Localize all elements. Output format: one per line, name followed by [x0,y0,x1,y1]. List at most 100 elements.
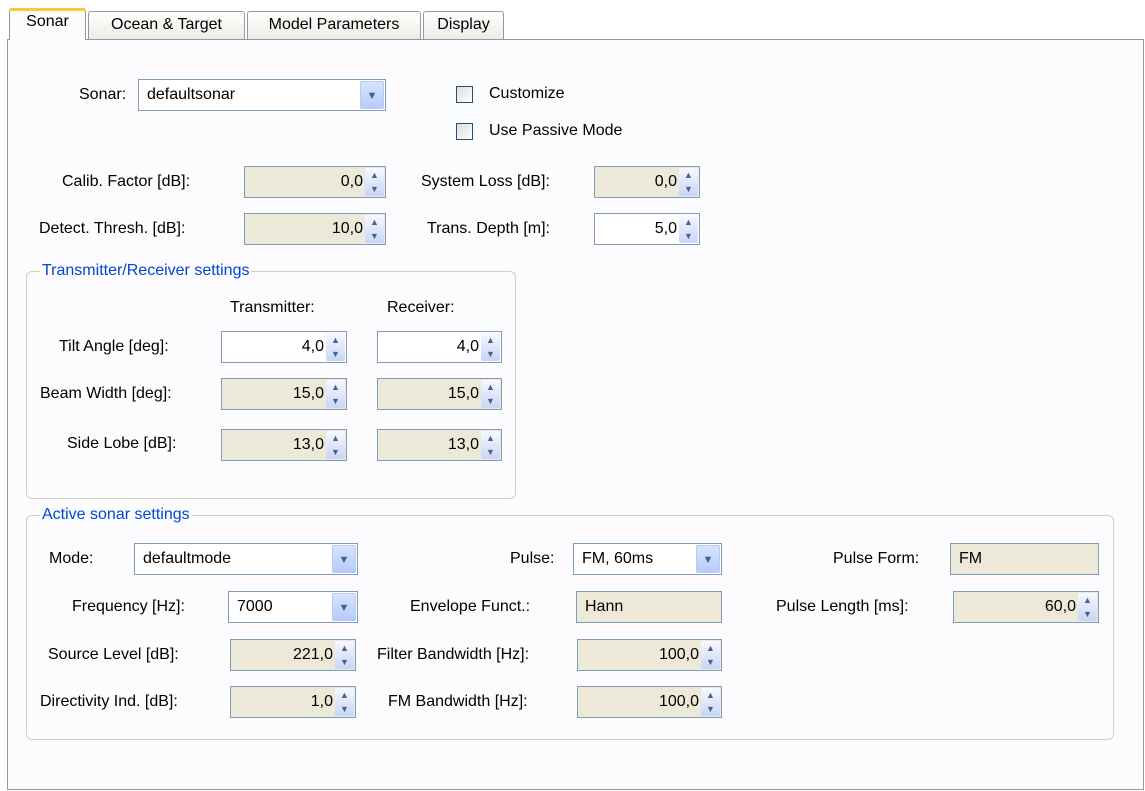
spin-up-icon[interactable]: ▲ [326,431,345,445]
spinner-buttons[interactable]: ▲ ▼ [335,641,354,669]
beam-transmitter-value: 15,0 [292,385,324,402]
calib-factor-label: Calib. Factor [dB]: [62,173,191,190]
customize-checkbox[interactable] [456,86,473,103]
tab-label: Model Parameters [268,16,400,33]
spinner-buttons[interactable]: ▲ ▼ [679,215,698,243]
mode-select-value: defaultmode [143,550,232,567]
spinner-buttons[interactable]: ▲ ▼ [481,333,500,361]
pulse-length-value: 60,0 [1044,598,1076,615]
fm-bandwidth-spinner[interactable]: 100,0 ▲ ▼ [577,686,722,718]
spin-up-icon[interactable]: ▲ [335,641,354,655]
system-loss-label: System Loss [dB]: [421,173,550,190]
spinner-buttons[interactable]: ▲ ▼ [481,431,500,459]
calib-factor-spinner[interactable]: 0,0 ▲ ▼ [244,166,386,198]
spin-up-icon[interactable]: ▲ [481,380,500,394]
chevron-down-icon[interactable]: ▼ [332,593,356,621]
trans-depth-label: Trans. Depth [m]: [427,220,550,237]
beam-receiver-spinner[interactable]: 15,0 ▲ ▼ [377,378,502,410]
system-loss-spinner[interactable]: 0,0 ▲ ▼ [594,166,700,198]
filter-bandwidth-spinner[interactable]: 100,0 ▲ ▼ [577,639,722,671]
detect-thresh-spinner[interactable]: 10,0 ▲ ▼ [244,213,386,245]
mode-select[interactable]: defaultmode ▼ [134,543,358,575]
spin-up-icon[interactable]: ▲ [701,688,720,702]
spin-down-icon[interactable]: ▼ [326,394,345,408]
spin-down-icon[interactable]: ▼ [679,229,698,243]
spinner-buttons[interactable]: ▲ ▼ [1078,593,1097,621]
spinner-buttons[interactable]: ▲ ▼ [335,688,354,716]
chevron-down-icon[interactable]: ▼ [332,545,356,573]
chevron-down-icon[interactable]: ▼ [360,81,384,109]
spinner-buttons[interactable]: ▲ ▼ [701,688,720,716]
spin-up-icon[interactable]: ▲ [679,215,698,229]
spinner-buttons[interactable]: ▲ ▼ [326,380,345,408]
spinner-buttons[interactable]: ▲ ▼ [679,168,698,196]
spin-up-icon[interactable]: ▲ [326,333,345,347]
directivity-spinner[interactable]: 1,0 ▲ ▼ [230,686,356,718]
tab-model-parameters[interactable]: Model Parameters [247,11,421,39]
spin-down-icon[interactable]: ▼ [326,445,345,459]
spin-down-icon[interactable]: ▼ [481,394,500,408]
pulse-select-value: FM, 60ms [582,550,654,567]
spinner-buttons[interactable]: ▲ ▼ [481,380,500,408]
tilt-transmitter-spinner[interactable]: 4,0 ▲ ▼ [221,331,347,363]
spin-down-icon[interactable]: ▼ [1078,607,1097,621]
spin-up-icon[interactable]: ▲ [481,431,500,445]
spin-down-icon[interactable]: ▼ [481,347,500,361]
passive-mode-checkbox[interactable] [456,123,473,140]
side-transmitter-spinner[interactable]: 13,0 ▲ ▼ [221,429,347,461]
spin-down-icon[interactable]: ▼ [365,182,384,196]
spin-down-icon[interactable]: ▼ [701,702,720,716]
tilt-angle-label: Tilt Angle [deg]: [59,338,169,355]
tab-sonar[interactable]: Sonar [9,8,86,40]
tab-display[interactable]: Display [423,11,504,39]
spinner-buttons[interactable]: ▲ ▼ [326,333,345,361]
side-receiver-spinner[interactable]: 13,0 ▲ ▼ [377,429,502,461]
spinner-buttons[interactable]: ▲ ▼ [365,168,384,196]
txrx-group-title: Transmitter/Receiver settings [40,262,252,280]
active-group-title: Active sonar settings [40,506,192,524]
spin-down-icon[interactable]: ▼ [335,702,354,716]
spin-down-icon[interactable]: ▼ [679,182,698,196]
spin-up-icon[interactable]: ▲ [679,168,698,182]
tab-ocean-target[interactable]: Ocean & Target [88,11,245,39]
trans-depth-value: 5,0 [654,220,677,237]
spin-down-icon[interactable]: ▼ [701,655,720,669]
pulse-select[interactable]: FM, 60ms ▼ [573,543,722,575]
calib-factor-value: 0,0 [340,173,363,190]
spin-up-icon[interactable]: ▲ [1078,593,1097,607]
system-loss-value: 0,0 [654,173,677,190]
spinner-buttons[interactable]: ▲ ▼ [365,215,384,243]
tilt-receiver-spinner[interactable]: 4,0 ▲ ▼ [377,331,502,363]
envelope-value: Hann [585,598,624,615]
spin-up-icon[interactable]: ▲ [335,688,354,702]
spinner-buttons[interactable]: ▲ ▼ [326,431,345,459]
spin-down-icon[interactable]: ▼ [335,655,354,669]
fm-bandwidth-value: 100,0 [658,693,699,710]
spin-up-icon[interactable]: ▲ [326,380,345,394]
tab-label: Sonar [26,13,69,30]
spin-up-icon[interactable]: ▲ [365,215,384,229]
frequency-select[interactable]: 7000 ▼ [228,591,358,623]
pulse-label: Pulse: [510,550,555,567]
pulse-form-field: FM [950,543,1099,575]
source-level-spinner[interactable]: 221,0 ▲ ▼ [230,639,356,671]
spin-up-icon[interactable]: ▲ [365,168,384,182]
tilt-transmitter-value: 4,0 [301,338,324,355]
sonar-select[interactable]: defaultsonar ▼ [138,79,386,111]
directivity-value: 1,0 [310,693,333,710]
spin-up-icon[interactable]: ▲ [481,333,500,347]
sonar-select-value: defaultsonar [147,86,236,103]
chevron-down-icon[interactable]: ▼ [696,545,720,573]
tab-label: Display [437,16,490,33]
spin-up-icon[interactable]: ▲ [701,641,720,655]
passive-mode-label: Use Passive Mode [489,122,623,139]
trans-depth-spinner[interactable]: 5,0 ▲ ▼ [594,213,700,245]
spin-down-icon[interactable]: ▼ [481,445,500,459]
pulse-length-spinner[interactable]: 60,0 ▲ ▼ [953,591,1099,623]
tilt-receiver-value: 4,0 [456,338,479,355]
spinner-buttons[interactable]: ▲ ▼ [701,641,720,669]
beam-transmitter-spinner[interactable]: 15,0 ▲ ▼ [221,378,347,410]
spin-down-icon[interactable]: ▼ [365,229,384,243]
spin-down-icon[interactable]: ▼ [326,347,345,361]
envelope-label: Envelope Funct.: [410,598,531,615]
